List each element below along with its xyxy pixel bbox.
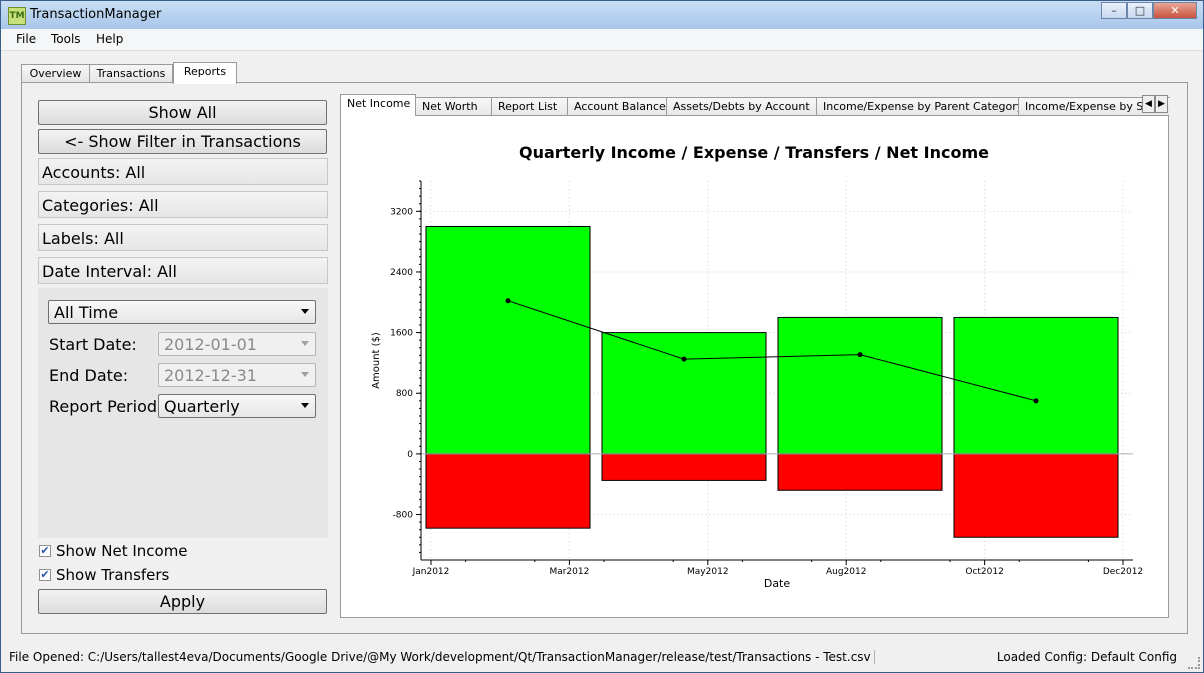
chevron-down-icon <box>301 403 309 408</box>
income-bar <box>425 225 591 455</box>
x-tick-label: Oct2012 <box>965 567 1003 577</box>
net-income-point <box>505 298 511 304</box>
tab-net-worth[interactable]: Net Worth <box>415 97 492 116</box>
net-income-point <box>857 352 863 358</box>
labels-filter[interactable]: Labels: All <box>38 224 328 251</box>
minimize-button[interactable]: – <box>1101 2 1127 19</box>
check-icon: ✔ <box>40 568 50 581</box>
show-filter-button[interactable]: <- Show Filter in Transactions <box>38 129 327 154</box>
status-file-opened: File Opened: C:/Users/tallest4eva/Docume… <box>9 650 875 664</box>
show-all-button[interactable]: Show All <box>38 100 327 125</box>
window-title: TransactionManager <box>30 7 162 22</box>
y-tick-label: 1600 <box>390 329 413 339</box>
expense-bar <box>777 453 943 491</box>
date-interval-filter[interactable]: Date Interval: All <box>38 257 328 284</box>
maximize-button[interactable]: □ <box>1127 2 1153 19</box>
tab-overview[interactable]: Overview <box>21 64 90 83</box>
date-range-value: All Time <box>54 303 119 322</box>
chart-svg: Quarterly Income / Expense / Transfers /… <box>371 143 1143 590</box>
accounts-filter[interactable]: Accounts: All <box>38 158 328 185</box>
expense-bar <box>953 453 1119 538</box>
tab-account-balance[interactable]: Account Balance <box>567 97 667 116</box>
close-button[interactable]: ✕ <box>1153 2 1197 19</box>
start-date-field[interactable]: 2012-01-01 <box>158 332 316 356</box>
end-date-value: 2012-12-31 <box>164 366 257 385</box>
end-date-field[interactable]: 2012-12-31 <box>158 363 316 387</box>
y-tick-label: -800 <box>393 511 414 521</box>
net-income-point <box>681 356 687 362</box>
tab-scroll-right-icon[interactable]: ▶ <box>1155 95 1168 113</box>
show-transfers-checkbox[interactable]: ✔ <box>39 569 51 581</box>
x-tick-label: Aug2012 <box>826 567 866 577</box>
chart-frame: Quarterly Income / Expense / Transfers /… <box>340 115 1169 618</box>
x-tick-label: May2012 <box>687 567 729 577</box>
app-window: TM TransactionManager – □ ✕ File Tools H… <box>0 0 1204 673</box>
tab-reports[interactable]: Reports <box>173 62 237 84</box>
report-period-label: Report Period: <box>49 397 163 416</box>
tab-report-list[interactable]: Report List <box>491 97 568 116</box>
start-date-label: Start Date: <box>49 335 137 354</box>
x-tick-label: Jan2012 <box>412 567 450 577</box>
x-tick-label: Dec2012 <box>1103 567 1143 577</box>
x-tick-label: Mar2012 <box>549 567 589 577</box>
y-tick-label: 2400 <box>390 268 413 278</box>
y-axis-label: Amount ($) <box>371 332 382 389</box>
net-income-point <box>1033 398 1039 404</box>
title-bar[interactable]: TM TransactionManager – □ ✕ <box>1 1 1203 29</box>
income-bar <box>601 332 767 455</box>
end-date-label: End Date: <box>49 366 129 385</box>
tab-scroll-left-icon[interactable]: ◀ <box>1142 95 1155 113</box>
date-range-select[interactable]: All Time <box>48 300 316 324</box>
tab-income-expense-by-parent-category[interactable]: Income/Expense by Parent Category <box>816 97 1019 116</box>
show-net-income-checkbox[interactable]: ✔ <box>39 545 51 557</box>
y-tick-label: 0 <box>407 450 413 460</box>
status-config: Loaded Config: Default Config <box>996 650 1177 664</box>
report-period-select[interactable]: Quarterly <box>158 394 316 418</box>
resize-grip-icon[interactable] <box>1188 657 1200 669</box>
expense-bar <box>425 453 591 529</box>
menu-bar: File Tools Help <box>1 29 1203 51</box>
menu-file[interactable]: File <box>16 32 36 46</box>
app-icon: TM <box>8 7 26 25</box>
status-bar: File Opened: C:/Users/tallest4eva/Docume… <box>1 647 1203 672</box>
check-icon: ✔ <box>40 544 50 557</box>
categories-filter[interactable]: Categories: All <box>38 191 328 218</box>
menu-tools[interactable]: Tools <box>51 32 81 46</box>
start-date-value: 2012-01-01 <box>164 335 257 354</box>
chevron-down-icon <box>301 309 309 314</box>
y-tick-label: 800 <box>396 389 413 399</box>
tab-assets-debts-by-account[interactable]: Assets/Debts by Account <box>666 97 817 116</box>
x-axis-label: Date <box>764 577 791 590</box>
chart-title: Quarterly Income / Expense / Transfers /… <box>519 143 989 162</box>
expense-bar <box>601 453 767 481</box>
tab-transactions[interactable]: Transactions <box>89 64 173 83</box>
chevron-down-icon <box>301 372 309 377</box>
show-net-income-label: Show Net Income <box>56 542 188 560</box>
report-period-value: Quarterly <box>164 397 240 416</box>
show-transfers-label: Show Transfers <box>56 566 170 584</box>
y-tick-label: 3200 <box>390 207 413 217</box>
report-tabs: Net Income Net Worth Report List Account… <box>340 94 1170 116</box>
apply-button[interactable]: Apply <box>38 589 327 614</box>
tab-net-income[interactable]: Net Income <box>340 94 416 116</box>
menu-help[interactable]: Help <box>96 32 123 46</box>
income-bar <box>777 316 943 455</box>
chevron-down-icon <box>301 341 309 346</box>
